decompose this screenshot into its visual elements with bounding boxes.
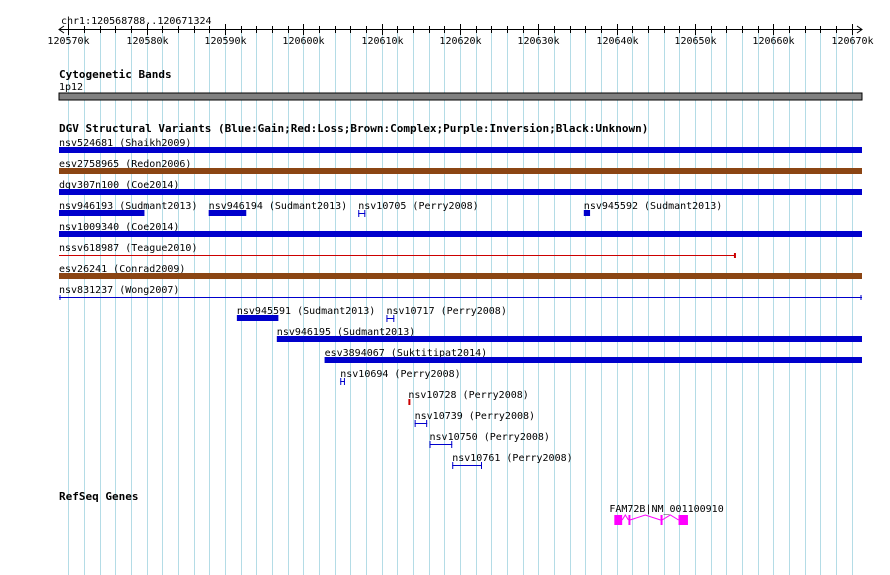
dgv-variant-bar[interactable] xyxy=(59,189,862,195)
dgv-variant[interactable]: nsv946194 (Sudmant2013) xyxy=(208,201,347,216)
ruler-tick-label: 120640k xyxy=(596,36,638,47)
vertical-grid xyxy=(68,28,853,575)
dgv-variant-bar[interactable] xyxy=(236,315,279,321)
coordinate-ruler: 120570k 120580k 120590k 120600k 120610k 12062… xyxy=(47,24,874,47)
dgv-variant-bar[interactable] xyxy=(59,210,145,216)
dgv-variant-label: nssv618987 (Teague2010) xyxy=(59,243,197,254)
dgv-variant-label: nsv831237 (Wong2007) xyxy=(59,285,179,296)
ruler-tick-label: 120600k xyxy=(282,36,324,47)
refseq-track: FAM72B|NM_001100910 xyxy=(609,504,724,525)
dgv-variant[interactable]: nsv10694 (Perry2008) xyxy=(340,369,461,385)
dgv-variant[interactable]: nsv945591 (Sudmant2013) xyxy=(236,306,375,321)
cytoband-track-title: Cytogenetic Bands xyxy=(59,68,172,81)
dgv-variant-label: nsv10705 (Perry2008) xyxy=(358,201,478,212)
dgv-variant-label: nsv945592 (Sudmant2013) xyxy=(584,201,722,212)
dgv-variant-label: nsv10739 (Perry2008) xyxy=(415,411,535,422)
region-label: chr1:120568788..120671324 xyxy=(61,16,212,27)
ruler-tick-label: 120570k xyxy=(47,36,89,47)
cytoband-bar[interactable] xyxy=(58,92,863,101)
dgv-variant[interactable]: nsv10717 (Perry2008) xyxy=(386,306,507,322)
cytoband-label: 1p12 xyxy=(59,82,83,93)
ruler-tick-label: 120580k xyxy=(126,36,168,47)
genome-browser-view: chr1:120568788..120671324 120570k 120580k… xyxy=(47,16,874,575)
dgv-variant-label: nsv10750 (Perry2008) xyxy=(430,432,550,443)
dgv-variant-label: nsv10717 (Perry2008) xyxy=(386,306,506,317)
dgv-variant[interactable]: nsv10728 (Perry2008) xyxy=(408,390,529,405)
dgv-variant[interactable]: nsv945592 (Sudmant2013) xyxy=(583,201,722,216)
refseq-intron xyxy=(629,514,661,521)
dgv-variant-bar[interactable] xyxy=(59,231,862,237)
dgv-variant[interactable]: nsv10750 (Perry2008) xyxy=(429,432,550,448)
dgv-variant[interactable]: nsv10739 (Perry2008) xyxy=(414,411,535,427)
refseq-gene-label: FAM72B|NM_001100910 xyxy=(609,504,723,515)
dgv-variant-label: nsv10694 (Perry2008) xyxy=(340,369,460,380)
dgv-track-title: DGV Structural Variants (Blue:Gain;Red:L… xyxy=(59,122,648,135)
refseq-exon[interactable] xyxy=(614,515,623,525)
refseq-gene[interactable]: FAM72B|NM_001100910 xyxy=(609,504,724,525)
refseq-exon[interactable] xyxy=(660,515,663,525)
dgv-variant[interactable]: nsv946193 (Sudmant2013) xyxy=(59,201,197,216)
refseq-exon[interactable] xyxy=(678,515,688,525)
dgv-variant-label: nsv10761 (Perry2008) xyxy=(452,453,572,464)
ruler-tick-label: 120630k xyxy=(517,36,559,47)
dgv-variant-bar[interactable] xyxy=(324,357,862,363)
ruler-tick-label: 120610k xyxy=(361,36,403,47)
refseq-intron xyxy=(621,514,629,521)
dgv-variant-label: nsv10728 (Perry2008) xyxy=(408,390,528,401)
dgv-variant-bar[interactable] xyxy=(408,399,411,405)
ruler-tick-label: 120660k xyxy=(752,36,794,47)
dgv-variant-bar[interactable] xyxy=(276,336,863,342)
dgv-variant-bar[interactable] xyxy=(59,168,862,174)
dgv-variant[interactable]: nssv618987 (Teague2010) xyxy=(59,243,736,258)
dgv-variant-bar[interactable] xyxy=(208,210,247,216)
dgv-variant[interactable]: nsv946195 (Sudmant2013) xyxy=(276,327,863,342)
ruler-tick-label: 120670k xyxy=(831,36,873,47)
dgv-variant-bar[interactable] xyxy=(583,210,591,216)
dgv-variant[interactable]: esv3894067 (Suktitipat2014) xyxy=(324,348,862,363)
dgv-variant-bar[interactable] xyxy=(59,147,862,153)
refseq-exon[interactable] xyxy=(628,515,631,525)
ruler-tick-label: 120650k xyxy=(674,36,716,47)
ruler-tick-label: 120590k xyxy=(204,36,246,47)
dgv-variant-bar[interactable] xyxy=(59,273,862,279)
refseq-track-title: RefSeq Genes xyxy=(59,490,138,503)
ruler-tick-label: 120620k xyxy=(439,36,481,47)
